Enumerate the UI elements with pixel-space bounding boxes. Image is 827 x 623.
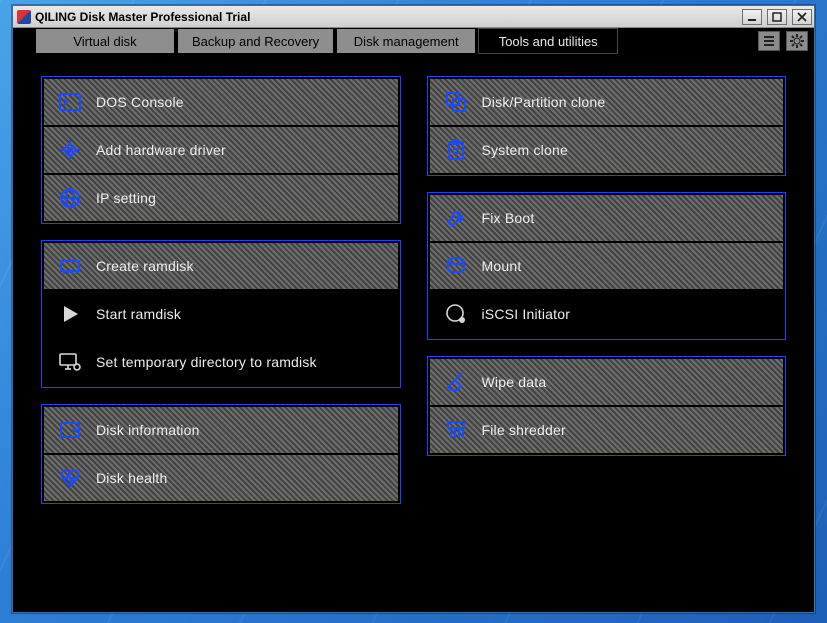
item-label: Create ramdisk	[96, 258, 194, 274]
start-ramdisk-button[interactable]: Start ramdisk	[44, 291, 398, 337]
group-ramdisk: Create ramdisk Start ramdisk Set tempora…	[41, 240, 401, 388]
mount-disk-icon	[444, 254, 468, 278]
monitor-gear-icon	[58, 350, 82, 374]
group-system-tools: DOS Console Add hardware driver IP setti…	[41, 76, 401, 224]
item-label: Add hardware driver	[96, 142, 226, 158]
tab-backup-recovery[interactable]: Backup and Recovery	[177, 28, 334, 54]
titlebar: QILING Disk Master Professional Trial	[13, 6, 814, 28]
settings-gear-icon[interactable]	[786, 31, 808, 51]
wipe-data-button[interactable]: Wipe data	[430, 359, 784, 405]
ip-setting-button[interactable]: IP setting	[44, 175, 398, 221]
disk-information-button[interactable]: Disk information	[44, 407, 398, 453]
group-disk-health: Disk information Disk health	[41, 404, 401, 504]
left-column: DOS Console Add hardware driver IP setti…	[41, 76, 401, 504]
storage-icon	[444, 302, 468, 326]
item-label: Set temporary directory to ramdisk	[96, 354, 317, 370]
heartbeat-icon	[58, 466, 82, 490]
item-label: IP setting	[96, 190, 156, 206]
minimize-button[interactable]	[742, 9, 762, 25]
item-label: System clone	[482, 142, 568, 158]
tab-virtual-disk[interactable]: Virtual disk	[35, 28, 175, 54]
driver-gear-icon	[58, 138, 82, 162]
app-icon	[17, 10, 31, 24]
group-clone: Disk/Partition clone System clone	[427, 76, 787, 176]
add-hardware-driver-button[interactable]: Add hardware driver	[44, 127, 398, 173]
mount-button[interactable]: Mount	[430, 243, 784, 289]
disk-partition-clone-button[interactable]: Disk/Partition clone	[430, 79, 784, 125]
globe-icon	[58, 186, 82, 210]
tab-tools-utilities[interactable]: Tools and utilities	[478, 28, 618, 54]
create-ramdisk-button[interactable]: Create ramdisk	[44, 243, 398, 289]
item-label: Mount	[482, 258, 522, 274]
shredder-icon	[444, 418, 468, 442]
disk-health-button[interactable]: Disk health	[44, 455, 398, 501]
item-label: File shredder	[482, 422, 566, 438]
iscsi-initiator-button[interactable]: iSCSI Initiator	[430, 291, 784, 337]
item-label: DOS Console	[96, 94, 184, 110]
close-button[interactable]	[792, 9, 812, 25]
tab-disk-management[interactable]: Disk management	[336, 28, 476, 54]
maximize-button[interactable]	[767, 9, 787, 25]
play-icon	[58, 302, 82, 326]
item-label: Fix Boot	[482, 210, 535, 226]
clipboard-icon	[444, 138, 468, 162]
item-label: Disk/Partition clone	[482, 94, 606, 110]
content-area: DOS Console Add hardware driver IP setti…	[13, 54, 814, 612]
wrench-icon	[444, 206, 468, 230]
set-temp-dir-button[interactable]: Set temporary directory to ramdisk	[44, 339, 398, 385]
item-label: Start ramdisk	[96, 306, 181, 322]
terminal-icon	[58, 90, 82, 114]
dos-console-button[interactable]: DOS Console	[44, 79, 398, 125]
ram-icon	[58, 254, 82, 278]
window-title: QILING Disk Master Professional Trial	[35, 10, 250, 24]
right-column: Disk/Partition clone System clone Fix Bo…	[427, 76, 787, 456]
list-view-icon[interactable]	[758, 31, 780, 51]
file-shredder-button[interactable]: File shredder	[430, 407, 784, 453]
item-label: Wipe data	[482, 374, 547, 390]
system-clone-button[interactable]: System clone	[430, 127, 784, 173]
fix-boot-button[interactable]: Fix Boot	[430, 195, 784, 241]
eraser-icon	[444, 370, 468, 394]
clone-icon	[444, 90, 468, 114]
app-window: QILING Disk Master Professional Trial Vi…	[12, 5, 815, 613]
item-label: Disk health	[96, 470, 167, 486]
item-label: Disk information	[96, 422, 200, 438]
group-erase: Wipe data File shredder	[427, 356, 787, 456]
item-label: iSCSI Initiator	[482, 306, 571, 322]
tab-bar: Virtual disk Backup and Recovery Disk ma…	[13, 28, 814, 54]
group-boot-mount: Fix Boot Mount iSCSI Initiator	[427, 192, 787, 340]
disk-info-icon	[58, 418, 82, 442]
